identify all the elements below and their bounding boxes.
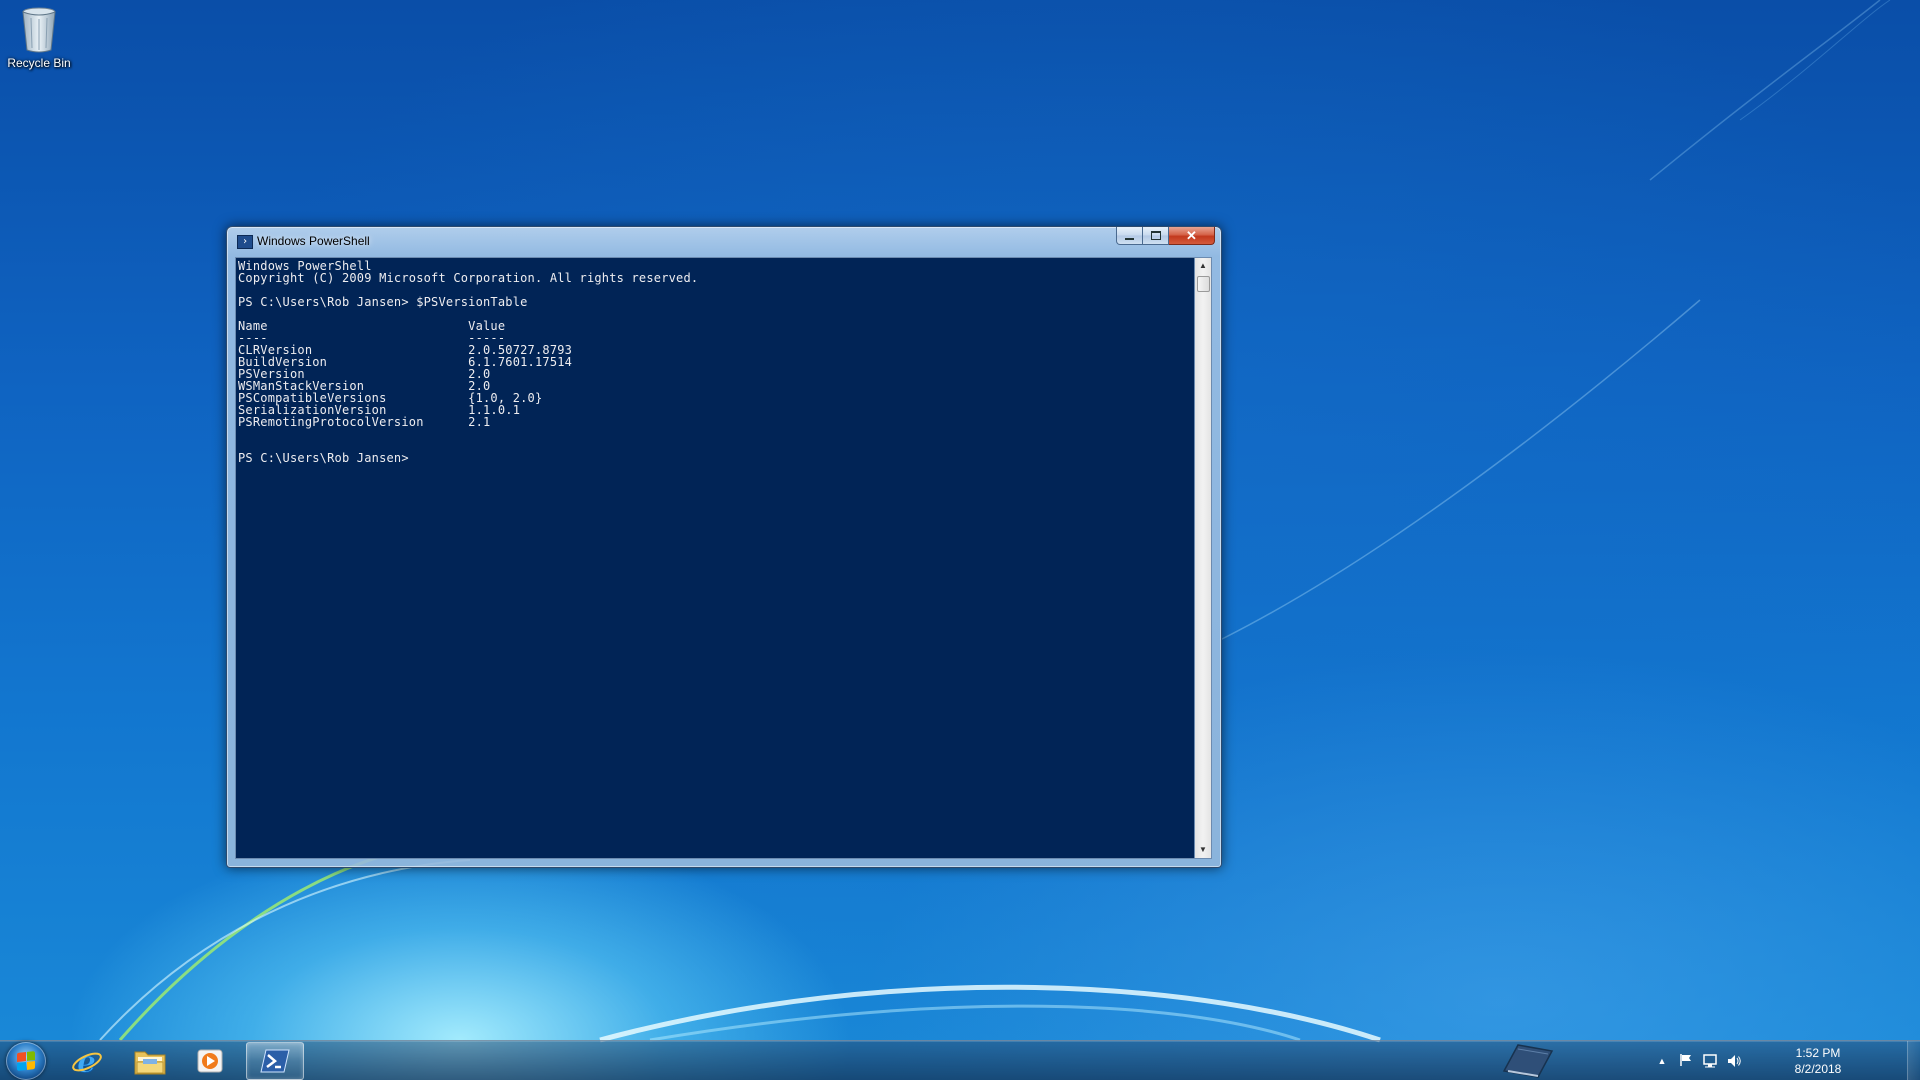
minimize-icon	[1125, 237, 1134, 240]
close-icon: ✕	[1186, 227, 1197, 243]
system-tray: ▲ 1:52 PM 8/2/2018	[1500, 1041, 1920, 1080]
console-text[interactable]: Windows PowerShell Copyright (C) 2009 Mi…	[236, 258, 1194, 466]
window-title: Windows PowerShell	[257, 234, 370, 248]
book-icon	[1502, 1044, 1554, 1078]
maximize-icon	[1150, 231, 1161, 240]
powershell-icon	[260, 1049, 290, 1073]
console-output-area[interactable]: Windows PowerShell Copyright (C) 2009 Mi…	[235, 257, 1195, 859]
taskbar-media-player[interactable]	[181, 1042, 239, 1080]
network-icon[interactable]	[1702, 1053, 1718, 1069]
tray-book-icon[interactable]	[1500, 1041, 1556, 1080]
taskbar-windows-explorer[interactable]	[121, 1042, 179, 1080]
taskbar-internet-explorer[interactable]: e	[58, 1042, 116, 1080]
recycle-bin-icon	[22, 7, 56, 53]
powershell-icon[interactable]: ›	[237, 235, 253, 249]
start-button[interactable]	[6, 1042, 46, 1080]
scroll-thumb[interactable]	[1197, 276, 1210, 292]
maximize-button[interactable]	[1143, 227, 1169, 245]
taskbar-powershell[interactable]	[246, 1042, 304, 1080]
internet-explorer-icon: e	[72, 1045, 102, 1077]
volume-icon[interactable]	[1726, 1053, 1742, 1069]
close-button[interactable]: ✕	[1169, 227, 1215, 245]
scroll-up-arrow-icon[interactable]: ▲	[1195, 258, 1211, 274]
taskbar: e ▲ 1:52 PM 8/2/2018	[0, 1040, 1920, 1080]
powershell-window[interactable]: › Windows PowerShell ✕ Windows PowerShel…	[226, 226, 1222, 868]
svg-text:e: e	[77, 1045, 96, 1077]
action-center-flag-icon[interactable]	[1678, 1053, 1694, 1069]
vertical-scrollbar[interactable]: ▲ ▼	[1195, 257, 1212, 859]
desktop-icon-recycle-bin[interactable]: Recycle Bin	[4, 6, 74, 70]
recycle-bin-label: Recycle Bin	[7, 56, 71, 70]
clock-time: 1:52 PM	[1795, 1046, 1841, 1060]
taskbar-clock[interactable]: 1:52 PM 8/2/2018	[1758, 1045, 1878, 1077]
show-desktop-button[interactable]	[1907, 1041, 1920, 1080]
caption-buttons: ✕	[1116, 227, 1215, 246]
minimize-button[interactable]	[1116, 227, 1143, 245]
show-hidden-icons-arrow-icon[interactable]: ▲	[1654, 1053, 1670, 1069]
media-player-icon	[197, 1049, 223, 1073]
windows-start-icon	[17, 1051, 35, 1071]
window-titlebar[interactable]: › Windows PowerShell ✕	[227, 227, 1221, 255]
clock-date: 8/2/2018	[1794, 1062, 1842, 1076]
folder-icon	[134, 1051, 166, 1075]
scroll-down-arrow-icon[interactable]: ▼	[1195, 842, 1211, 858]
